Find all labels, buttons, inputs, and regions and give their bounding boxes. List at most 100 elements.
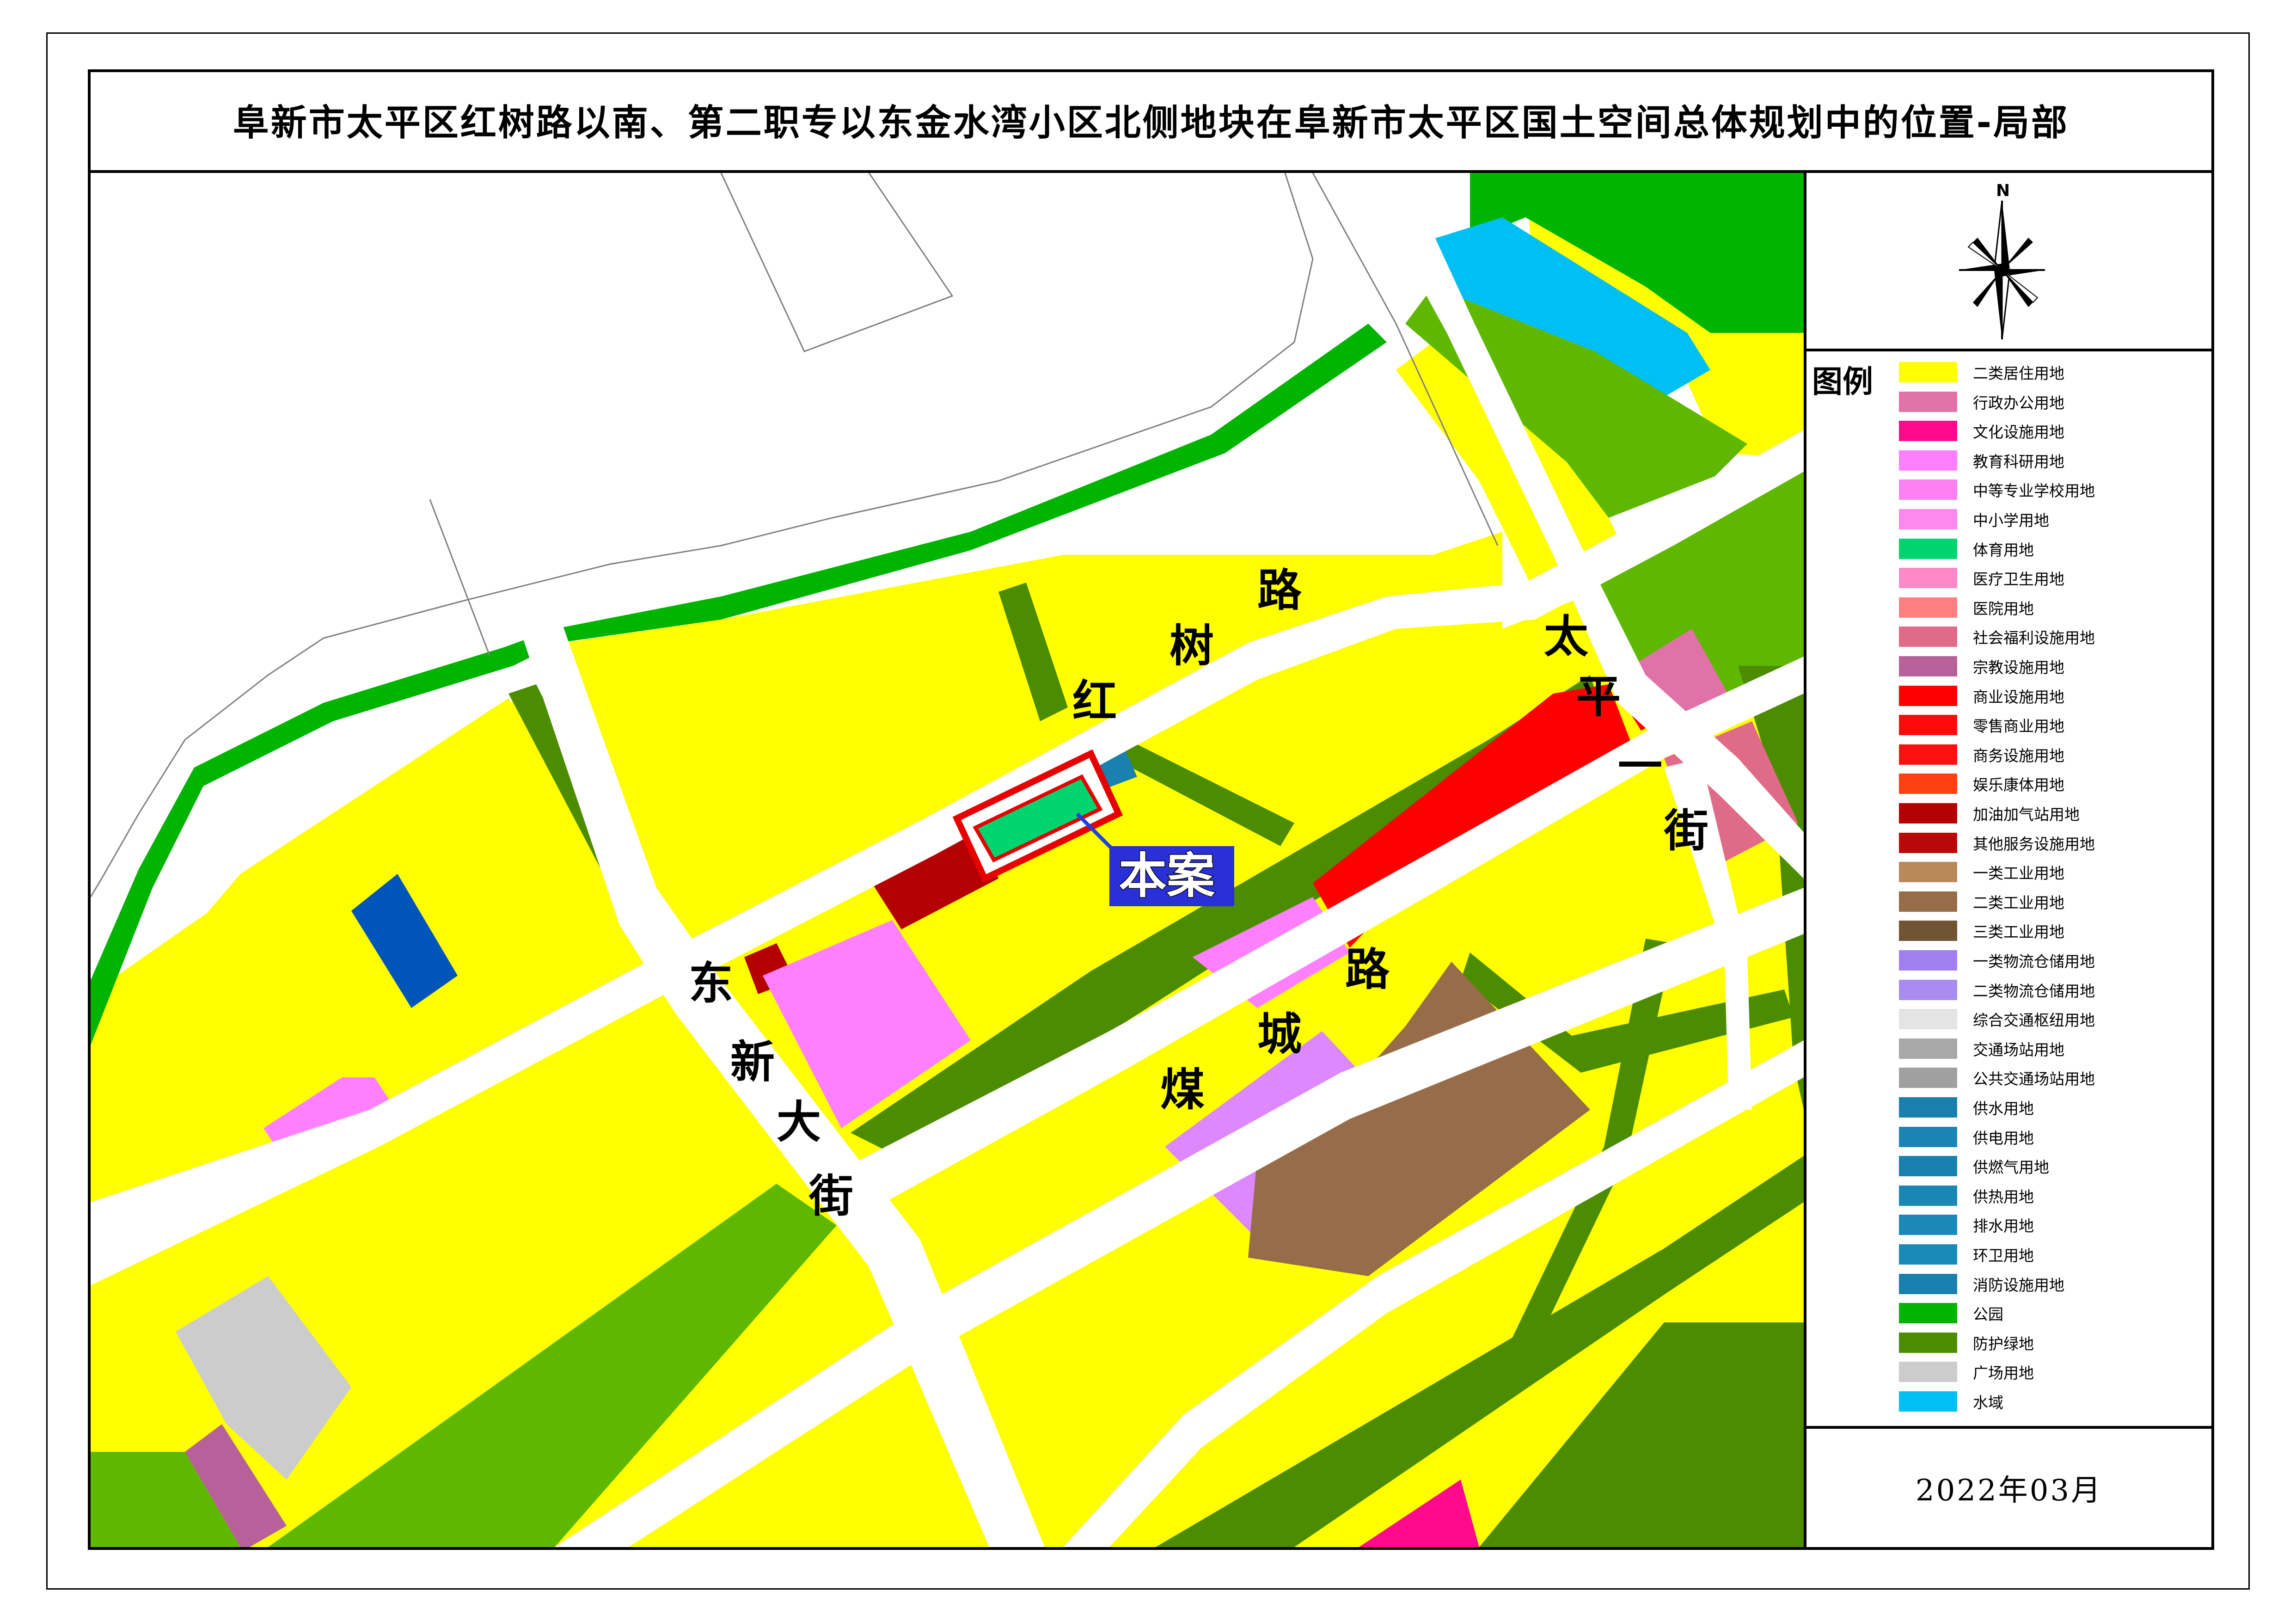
legend-label: 宗教设施用地 xyxy=(1973,658,2064,676)
legend-label: 供电用地 xyxy=(1973,1129,2034,1147)
legend-item: 综合交通枢纽用地 xyxy=(1899,1008,2095,1031)
legend-swatch xyxy=(1899,656,1957,676)
legend-label: 教育科研用地 xyxy=(1973,452,2064,471)
legend-label: 广场用地 xyxy=(1973,1364,2034,1382)
legend-label: 医院用地 xyxy=(1973,599,2034,618)
legend-item: 二类物流仓储用地 xyxy=(1899,978,2095,1001)
legend-item: 防护绿地 xyxy=(1899,1331,2034,1354)
legend-label: 商务设施用地 xyxy=(1973,746,2064,765)
legend-swatch xyxy=(1899,1038,1957,1059)
road-label-taiping-2: 平 xyxy=(1576,671,1621,723)
legend-label: 商业设施用地 xyxy=(1973,688,2064,706)
land-use-map[interactable]: 红 树 路 东 新 大 街 煤 城 路 太 平 一 街 本案 xyxy=(91,173,1804,1547)
legend-label: 医疗卫生用地 xyxy=(1973,570,2064,589)
legend-swatch xyxy=(1899,362,1957,382)
legend-swatch xyxy=(1899,568,1957,589)
compass-box: N xyxy=(1806,173,2211,351)
road-label-meicheng-3: 路 xyxy=(1345,944,1390,995)
legend-label: 防护绿地 xyxy=(1973,1334,2034,1353)
legend-swatch xyxy=(1899,627,1957,647)
legend-item: 供水用地 xyxy=(1899,1096,2034,1119)
road-label-taiping-4: 街 xyxy=(1664,805,1708,857)
legend-swatch xyxy=(1899,538,1957,559)
legend-item: 行政办公用地 xyxy=(1899,390,2064,413)
road-label-dongxin-4: 街 xyxy=(808,1170,853,1222)
legend-label: 中小学用地 xyxy=(1973,511,2049,529)
legend-item: 医院用地 xyxy=(1899,596,2034,619)
legend-title: 图例 xyxy=(1812,364,1873,399)
legend-swatch xyxy=(1899,744,1957,765)
legend-label: 娱乐康体用地 xyxy=(1973,776,2064,794)
side-panel: N 图例 二类居住用地 行政办公用地 文化设施用地 教育科研用地 中等专业学校用地 中小学… xyxy=(1804,173,2211,1547)
legend-label: 中等专业学校用地 xyxy=(1973,482,2095,500)
date-box: 2022年03月 xyxy=(1806,1429,2211,1547)
legend-item: 广场用地 xyxy=(1899,1360,2034,1383)
case-label: 本案 xyxy=(1119,848,1215,904)
legend-swatch xyxy=(1899,774,1957,794)
legend-label: 加油加气站用地 xyxy=(1973,805,2080,823)
legend-item: 供电用地 xyxy=(1899,1125,2034,1149)
legend-item: 三类工业用地 xyxy=(1899,919,2064,942)
legend-item: 消防设施用地 xyxy=(1899,1272,2064,1296)
map-title: 阜新市太平区红树路以南、第二职专以东金水湾小区北侧地块在阜新市太平区国土空间总体… xyxy=(233,102,2069,144)
legend-swatch xyxy=(1899,803,1957,823)
legend-label: 综合交通枢纽用地 xyxy=(1973,1011,2095,1030)
legend-label: 水域 xyxy=(1973,1394,2003,1412)
legend-label: 排水用地 xyxy=(1973,1217,2034,1235)
legend-swatch xyxy=(1899,832,1957,853)
legend-item: 一类物流仓储用地 xyxy=(1899,949,2095,972)
legend-item: 商务设施用地 xyxy=(1899,743,2064,766)
road-label-meicheng-1: 煤 xyxy=(1160,1064,1205,1116)
legend-swatch xyxy=(1899,1097,1957,1118)
road-label-dongxin-3: 大 xyxy=(777,1096,821,1148)
legend-item: 中等专业学校用地 xyxy=(1899,478,2095,501)
legend-swatch xyxy=(1899,979,1957,1000)
legend-item: 交通场站用地 xyxy=(1899,1037,2064,1060)
legend-swatch xyxy=(1899,1126,1957,1147)
legend-swatch xyxy=(1899,1362,1957,1382)
legend-item: 供燃气用地 xyxy=(1899,1155,2049,1178)
legend-item: 公园 xyxy=(1899,1302,2003,1325)
legend-swatch xyxy=(1899,1185,1957,1206)
legend-swatch xyxy=(1899,1156,1957,1177)
legend-item: 社会福利设施用地 xyxy=(1899,625,2095,648)
road-label-taiping-3: 一 xyxy=(1618,740,1662,792)
road-label-meicheng-2: 城 xyxy=(1257,1008,1302,1060)
legend-label: 供热用地 xyxy=(1973,1187,2034,1206)
legend-swatch xyxy=(1899,479,1957,500)
legend-swatch xyxy=(1899,1215,1957,1235)
legend-label: 环卫用地 xyxy=(1973,1247,2034,1265)
legend-item: 零售商业用地 xyxy=(1899,713,2064,737)
legend-item: 其他服务设施用地 xyxy=(1899,831,2095,854)
legend-label: 供燃气用地 xyxy=(1973,1158,2049,1177)
legend-label: 零售商业用地 xyxy=(1973,717,2064,736)
legend-label: 二类物流仓储用地 xyxy=(1973,982,2095,1000)
legend-label: 其他服务设施用地 xyxy=(1973,835,2095,853)
legend-swatch xyxy=(1899,715,1957,736)
road-label-hongshu-3: 路 xyxy=(1257,565,1302,616)
road-label-dongxin-2: 新 xyxy=(730,1036,775,1088)
legend-label: 交通场站用地 xyxy=(1973,1040,2064,1059)
legend-item: 商业设施用地 xyxy=(1899,684,2064,707)
legend-swatch xyxy=(1899,1391,1957,1412)
legend-swatch xyxy=(1899,1303,1957,1324)
legend-label: 公共交通场站用地 xyxy=(1973,1070,2095,1088)
legend-swatch xyxy=(1899,509,1957,529)
legend-swatch xyxy=(1899,1332,1957,1353)
legend-label: 供水用地 xyxy=(1973,1100,2034,1118)
legend-swatch xyxy=(1899,1273,1957,1294)
road-label-taiping-1: 太 xyxy=(1544,611,1588,663)
legend-item: 加油加气站用地 xyxy=(1899,802,2080,825)
map-area[interactable]: 红 树 路 东 新 大 街 煤 城 路 太 平 一 街 本案 xyxy=(91,173,1804,1547)
legend-swatch xyxy=(1899,950,1957,971)
legend-swatch xyxy=(1899,450,1957,471)
legend-swatch xyxy=(1899,1244,1957,1265)
legend-swatch xyxy=(1899,862,1957,883)
legend-label: 二类工业用地 xyxy=(1973,893,2064,912)
road-label-hongshu-1: 红 xyxy=(1072,676,1117,727)
north-arrow-icon: N xyxy=(1959,181,2045,340)
legend-item: 环卫用地 xyxy=(1899,1243,2034,1266)
legend-label: 行政办公用地 xyxy=(1973,393,2064,412)
legend-item: 宗教设施用地 xyxy=(1899,655,2064,678)
legend-swatch xyxy=(1899,1009,1957,1030)
